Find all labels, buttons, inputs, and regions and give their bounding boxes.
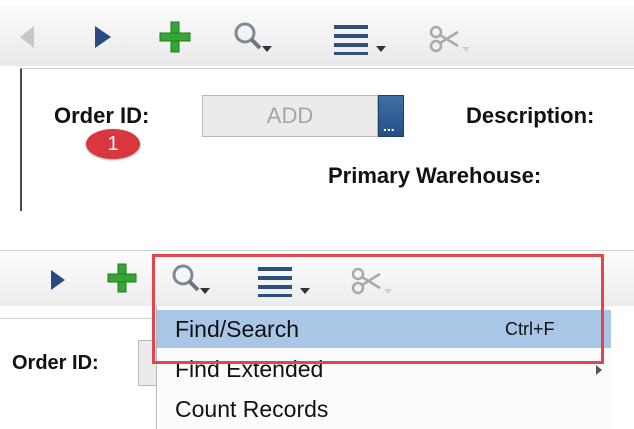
section-divider <box>0 250 634 251</box>
search-icon[interactable] <box>232 20 276 56</box>
lookup-dots: ... <box>383 118 395 134</box>
primary-warehouse-label: Primary Warehouse: <box>328 163 542 188</box>
add-icon[interactable] <box>158 20 192 54</box>
lookup-button[interactable]: ... <box>378 95 404 137</box>
forward-arrow-icon[interactable] <box>48 268 68 292</box>
step-badge: 1 <box>86 129 140 159</box>
order-id-label: Order ID: <box>54 103 150 128</box>
annotation-highlight-box <box>152 254 604 364</box>
scissors-icon[interactable] <box>428 24 472 54</box>
description-label: Description: <box>466 103 595 128</box>
submenu-arrow-icon <box>596 365 602 375</box>
order-form-panel: Order ID: ADD ... Description: Primary W… <box>20 68 634 211</box>
add-icon[interactable] <box>106 262 138 294</box>
bottom-divider <box>0 318 160 319</box>
order-id-label: Order ID: <box>12 352 99 374</box>
list-icon[interactable] <box>332 22 398 56</box>
menu-item-count-records[interactable]: Count Records <box>157 390 611 428</box>
back-arrow-icon[interactable] <box>18 24 38 50</box>
order-id-value: ADD <box>266 103 314 128</box>
forward-arrow-icon[interactable] <box>92 24 114 50</box>
order-id-field[interactable]: ADD <box>202 95 378 137</box>
top-toolbar <box>0 6 634 66</box>
menu-item-label: Count Records <box>175 396 329 422</box>
